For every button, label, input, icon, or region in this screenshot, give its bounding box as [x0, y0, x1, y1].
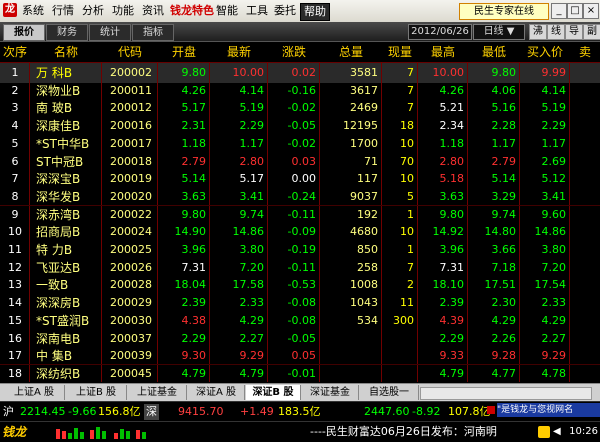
tab-sh-fund[interactable]: 上证基金 — [128, 385, 187, 400]
cell-vol — [320, 364, 382, 384]
sz-index-amount: 183.5亿 — [278, 405, 321, 418]
other-index-change: -8.92 — [412, 405, 441, 418]
cell-open: 4.79 — [181, 366, 207, 380]
flag-icon — [487, 406, 495, 414]
sz-index-label: 深 — [144, 404, 159, 420]
period-select[interactable]: 日线 ▼ — [473, 24, 525, 40]
sz-index-change: +1.49 — [240, 405, 274, 418]
column-divider — [209, 62, 210, 382]
sz-index-value: 9415.70 — [178, 405, 224, 418]
menu-quotes[interactable]: 行情 — [52, 3, 74, 19]
column-header-volume[interactable]: 总量 — [320, 42, 382, 63]
column-divider — [157, 62, 158, 382]
column-divider — [467, 62, 468, 382]
market-tab-bar: 上证A 股 上证B 股 上证基金 深证A 股 深证B 股 深证基金 自选股一 — [0, 383, 600, 402]
column-header-ask[interactable]: 卖 — [570, 42, 600, 63]
row-divider — [0, 363, 600, 365]
column-header-order[interactable]: 次序 — [0, 42, 30, 63]
column-header-last[interactable]: 最新 — [210, 42, 268, 63]
cell-low: 4.77 — [491, 366, 517, 380]
tab-indicators[interactable]: 指标 — [132, 24, 174, 41]
app-logo-icon: 龙 — [3, 3, 17, 17]
column-header-high[interactable]: 最高 — [418, 42, 468, 63]
cell-high: 4.79 — [439, 366, 465, 380]
close-button[interactable]: × — [583, 3, 599, 19]
column-header-bid[interactable]: 买入价 — [520, 42, 570, 63]
tab-sh-b[interactable]: 上证B 股 — [66, 385, 127, 400]
table-row[interactable]: 18 深纺织B 200045 4.79 4.79 -0.01 4.79 4.77 4.78 — [0, 364, 600, 384]
menu-smart[interactable]: 智能 — [216, 3, 238, 19]
cell-bid: 4.78 — [541, 366, 567, 380]
menu-info[interactable]: 资讯 — [142, 3, 164, 19]
menu-qianlong-special[interactable]: 钱龙特色 — [170, 3, 214, 19]
cell-last: 4.79 — [239, 366, 265, 380]
column-header-code[interactable]: 代码 — [102, 42, 158, 63]
sh-index-value: 2214.45 — [20, 405, 66, 418]
quote-table: 次序 名称 代码 开盘 最新 涨跌 总量 现量 最高 最低 买入价卖 1万 科B 200002 9.80… — [0, 42, 600, 382]
column-divider — [319, 62, 320, 382]
cell-chg: -0.01 — [287, 366, 316, 380]
column-header-low[interactable]: 最低 — [468, 42, 520, 63]
tab-watchlist-1[interactable]: 自选股一 — [360, 385, 419, 400]
menu-order[interactable]: 委托 — [274, 3, 296, 19]
horizontal-scrollbar[interactable] — [420, 387, 592, 400]
column-divider — [381, 62, 382, 382]
promo-banner[interactable]: 民生专家在线 — [459, 3, 549, 20]
tab-quotes[interactable]: 报价 — [3, 24, 45, 41]
menu-bar: 龙 系统 行情 分析 功能 资讯 钱龙特色 智能 工具 委托 帮助 民生专家在线… — [0, 0, 600, 23]
toolbar-button-3[interactable]: 导 — [565, 24, 583, 40]
column-header-change[interactable]: 涨跌 — [268, 42, 320, 63]
tab-statistics[interactable]: 统计 — [89, 24, 131, 41]
column-divider — [569, 62, 570, 382]
column-divider — [29, 62, 30, 382]
column-divider — [519, 62, 520, 382]
view-toolbar: 报价 财务 统计 指标 2012/06/26 日线 ▼ 沸 线 导 副 — [0, 22, 600, 42]
column-divider — [267, 62, 268, 382]
column-header-name[interactable]: 名称 — [30, 42, 102, 63]
toolbar-button-2[interactable]: 线 — [547, 24, 565, 40]
cell-idx: 18 — [8, 366, 22, 380]
tab-sz-fund[interactable]: 深证基金 — [302, 385, 359, 400]
status-bar: 钱龙 ----民生财富达06月26日发布：河南明 ◀ 10:26 — [0, 421, 600, 442]
tab-finance[interactable]: 财务 — [46, 24, 88, 41]
column-divider — [417, 62, 418, 382]
tab-sz-a[interactable]: 深证A 股 — [188, 385, 245, 400]
menu-help[interactable]: 帮助 — [300, 3, 330, 21]
sh-index-amount: 156.8亿 — [98, 405, 141, 418]
sh-index-change: -9.66 — [68, 405, 97, 418]
menu-system[interactable]: 系统 — [22, 3, 44, 19]
market-breadth-indicator — [56, 425, 166, 439]
maximize-button[interactable]: □ — [567, 3, 583, 19]
tab-sh-a[interactable]: 上证A 股 — [4, 385, 65, 400]
qianlong-logo: 钱龙 — [2, 425, 27, 439]
minimize-button[interactable]: _ — [551, 3, 567, 19]
menu-analysis[interactable]: 分析 — [82, 3, 104, 19]
column-divider — [101, 62, 102, 382]
row-divider — [0, 204, 600, 206]
clock: 10:26 — [569, 426, 598, 437]
other-index-amount: 107.8亿 — [448, 405, 491, 418]
cell-name: 深纺织B — [36, 366, 81, 381]
sh-index-label: 沪 — [3, 405, 14, 418]
date-field[interactable]: 2012/06/26 — [408, 24, 472, 40]
tray-icon[interactable] — [538, 426, 550, 438]
news-scroller[interactable]: "是钱龙与您视网名 — [497, 403, 600, 417]
speaker-icon[interactable]: ◀ — [553, 426, 563, 438]
tab-sz-b[interactable]: 深证B 股 — [246, 385, 301, 400]
toolbar-button-1[interactable]: 沸 — [529, 24, 547, 40]
other-index-value: 2447.60 — [364, 405, 410, 418]
news-ticker[interactable]: ----民生财富达06月26日发布：河南明 — [310, 424, 530, 440]
menu-functions[interactable]: 功能 — [112, 3, 134, 19]
column-header-open[interactable]: 开盘 — [158, 42, 210, 63]
toolbar-button-4[interactable]: 副 — [583, 24, 600, 40]
column-header-current-volume[interactable]: 现量 — [382, 42, 418, 63]
cell-cur — [382, 364, 418, 384]
menu-tools[interactable]: 工具 — [246, 3, 268, 19]
